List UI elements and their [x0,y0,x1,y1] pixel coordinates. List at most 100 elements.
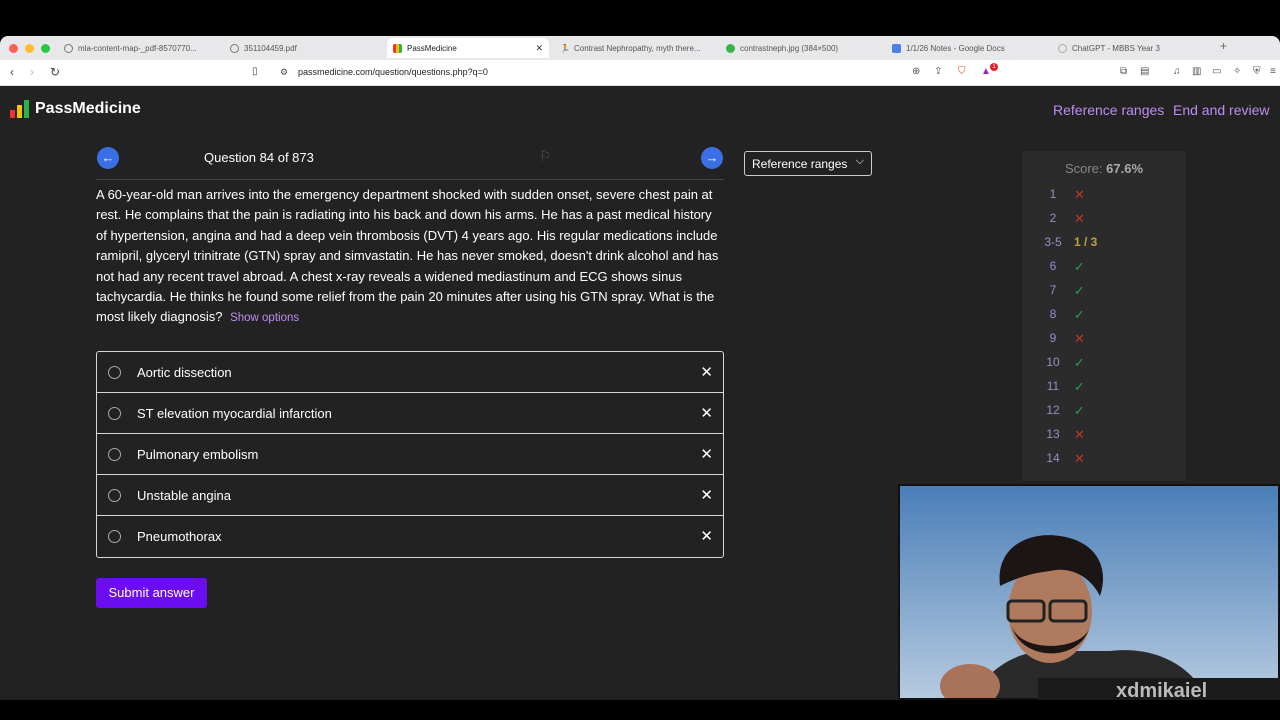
close-window-button[interactable] [9,44,18,53]
option-label: Aortic dissection [137,365,232,380]
tab-contrastneph-jpg[interactable]: contrastneph.jpg (384×500) [720,38,880,58]
reference-ranges-link[interactable]: Reference ranges [1053,102,1164,118]
radio-button[interactable] [108,448,121,461]
radio-button[interactable] [108,530,121,543]
url-input[interactable]: passmedicine.com/question/questions.php?… [298,67,488,77]
wrong-cross-icon: ✕ [1074,451,1085,466]
correct-check-icon: ✓ [1074,283,1085,298]
reference-ranges-select[interactable]: Reference ranges ⌵ [744,151,872,176]
sidebar-icon[interactable]: ▥ [1192,66,1201,77]
bookmark-icon[interactable]: ▯ [252,66,258,77]
score-row[interactable]: 1 ✕ [1022,187,1186,207]
tab-label: 351104459.pdf [244,43,297,53]
remove-option-icon[interactable]: ✕ [700,527,713,545]
address-bar-row: ‹ › ↻ ▯ ⚙ passmedicine.com/question/ques… [0,60,1280,86]
rewards-badge: 1 [990,63,998,71]
score-row[interactable]: 13 ✕ [1022,427,1186,447]
share-icon[interactable]: ⇪ [934,66,942,77]
score-row[interactable]: 6 ✓ [1022,259,1186,279]
option-pulmonary-embolism[interactable]: Pulmonary embolism ✕ [97,434,723,475]
zoom-icon[interactable]: ⊕ [912,66,920,77]
score-row[interactable]: 2 ✕ [1022,211,1186,231]
show-options-link[interactable]: Show options [230,312,299,324]
extensions-icon[interactable]: ⧉ [1120,66,1127,77]
tab-label: ChatGPT - MBBS Year 3 [1072,43,1160,53]
new-tab-button[interactable]: + [1220,39,1227,53]
tab-passmedicine[interactable]: PassMedicine ✕ [387,38,549,58]
radio-button[interactable] [108,366,121,379]
globe-icon [64,43,73,53]
option-pneumothorax[interactable]: Pneumothorax ✕ [97,516,723,557]
score-row[interactable]: 3-5 1 / 3 [1022,235,1186,255]
tab-mla-content-map[interactable]: mla-content-map-_pdf-8570770... [58,38,216,58]
reload-icon[interactable]: ↻ [50,65,60,79]
reference-ranges-select-label: Reference ranges [752,157,848,171]
wrong-cross-icon: ✕ [1074,187,1085,202]
leo-icon[interactable]: ✧ [1233,66,1241,77]
maximize-window-button[interactable] [41,44,50,53]
reader-icon[interactable]: ▤ [1140,66,1149,77]
vpn-icon[interactable]: ⛨ [1253,66,1261,77]
radio-button[interactable] [108,489,121,502]
option-label: Pulmonary embolism [137,447,259,462]
tab-pdf[interactable]: 351104459.pdf [224,38,382,58]
question-text: A 60-year-old man arrives into the emerg… [96,187,719,325]
correct-check-icon: ✓ [1074,379,1085,394]
option-aortic-dissection[interactable]: Aortic dissection ✕ [97,352,723,393]
chatgpt-icon [1058,43,1067,53]
passmedicine-logo-icon[interactable] [10,100,29,118]
score-row[interactable]: 12 ✓ [1022,403,1186,423]
tab-google-docs[interactable]: 1/1/26 Notes - Google Docs [886,38,1046,58]
tab-contrast-nephropathy[interactable]: 🏃 Contrast Nephropathy, myth there... [554,38,714,58]
score-row[interactable]: 10 ✓ [1022,355,1186,375]
wallet-icon[interactable]: ▭ [1212,66,1221,77]
question-stem: A 60-year-old man arrives into the emerg… [96,185,726,329]
menu-icon[interactable]: ≡ [1270,66,1276,77]
score-row[interactable]: 11 ✓ [1022,379,1186,399]
passmedicine-favicon-icon [393,43,402,53]
tab-label: Contrast Nephropathy, myth there... [574,43,701,53]
option-unstable-angina[interactable]: Unstable angina ✕ [97,475,723,516]
webcam-overlay [898,484,1280,700]
chevron-down-icon: ⌵ [855,155,864,167]
score-row[interactable]: 7 ✓ [1022,283,1186,303]
remove-option-icon[interactable]: ✕ [700,486,713,504]
tab-label: 1/1/26 Notes - Google Docs [906,43,1005,53]
tab-bar: mla-content-map-_pdf-8570770... 35110445… [0,36,1280,60]
end-and-review-link[interactable]: End and review [1173,102,1270,118]
option-label: Unstable angina [137,488,231,503]
window-frame [0,0,1280,36]
score-row[interactable]: 8 ✓ [1022,307,1186,327]
option-stemi[interactable]: ST elevation myocardial infarction ✕ [97,393,723,434]
tab-chatgpt[interactable]: ChatGPT - MBBS Year 3 [1052,38,1212,58]
tab-label: contrastneph.jpg (384×500) [740,43,839,53]
screen-bottom-border [0,700,1280,720]
minimize-window-button[interactable] [25,44,34,53]
back-arrow-icon[interactable]: ‹ [10,65,14,79]
forward-arrow-icon[interactable]: › [30,65,34,79]
score-row[interactable]: 9 ✕ [1022,331,1186,351]
remove-option-icon[interactable]: ✕ [700,445,713,463]
site-settings-icon[interactable]: ⚙ [280,67,288,78]
flag-icon[interactable]: ⚐ [539,148,552,165]
globe-icon [230,43,239,53]
radio-button[interactable] [108,407,121,420]
previous-question-button[interactable]: ← [97,147,119,169]
logo-bar-green [24,100,29,118]
remove-option-icon[interactable]: ✕ [700,404,713,422]
close-tab-icon[interactable]: ✕ [535,43,543,54]
submit-answer-button[interactable]: Submit answer [96,578,207,608]
google-docs-icon [892,43,901,53]
remove-option-icon[interactable]: ✕ [700,363,713,381]
next-question-button[interactable]: → [701,147,723,169]
partial-score: 1 / 3 [1074,235,1098,249]
score-label: Score: [1064,161,1103,176]
music-icon[interactable]: ♫ [1173,66,1181,77]
correct-check-icon: ✓ [1074,355,1085,370]
divider [96,179,724,180]
correct-check-icon: ✓ [1074,259,1085,274]
score-row[interactable]: 14 ✕ [1022,451,1186,471]
logo-text[interactable]: PassMedicine [35,100,141,118]
brave-shield-icon[interactable]: ⛉ [958,66,966,77]
tab-label: PassMedicine [407,43,457,53]
